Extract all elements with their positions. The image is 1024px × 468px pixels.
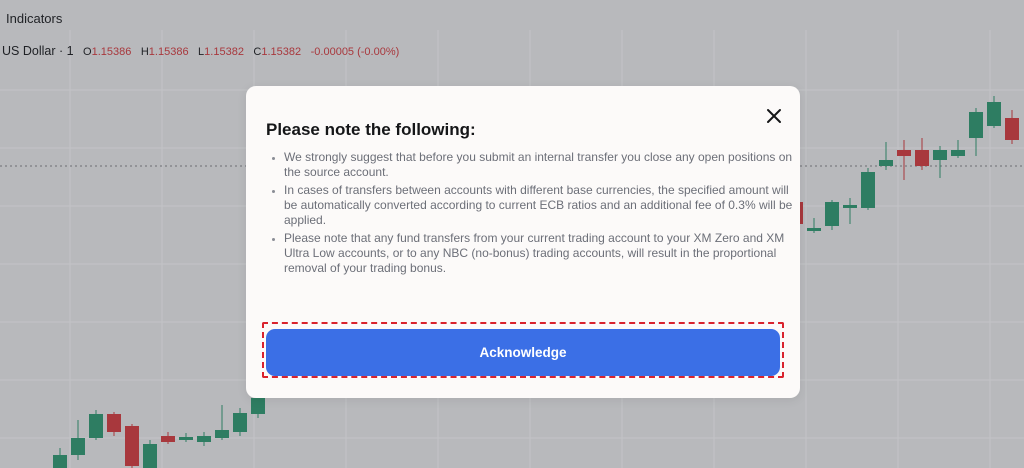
notice-item: In cases of transfers between accounts w… (284, 183, 796, 228)
candle (951, 140, 965, 158)
candle-body (933, 150, 947, 160)
notice-list: We strongly suggest that before you subm… (268, 150, 796, 279)
candle (879, 142, 893, 170)
candle (143, 440, 157, 468)
candle (125, 424, 139, 468)
candle-body (861, 172, 875, 208)
notice-item: Please note that any fund transfers from… (284, 231, 796, 276)
candle-body (951, 150, 965, 156)
candle (825, 200, 839, 230)
candle-body (233, 413, 247, 432)
candle (197, 432, 211, 446)
candle-body (71, 438, 85, 455)
candle (179, 433, 193, 442)
candle (807, 218, 821, 233)
high-label: H (140, 46, 149, 58)
candle-body (1005, 118, 1019, 140)
close-value: 1.15382 (261, 46, 302, 58)
candle (233, 408, 247, 436)
candle-body (107, 414, 121, 432)
notice-item: We strongly suggest that before you subm… (284, 150, 796, 180)
candle (915, 138, 929, 170)
ohlc-legend: US Dollar · 1 O1.15386 H1.15386 L1.15382… (2, 44, 399, 58)
open-value: 1.15386 (91, 46, 132, 58)
candle-body (825, 202, 839, 226)
candle (969, 108, 983, 156)
close-button[interactable] (764, 106, 784, 126)
candle (987, 96, 1001, 128)
candle-body (215, 430, 229, 438)
transfer-notice-dialog: Please note the following: We strongly s… (246, 86, 800, 398)
candle-body (897, 150, 911, 156)
candle (89, 410, 103, 440)
candle-body (987, 102, 1001, 126)
close-icon (767, 109, 781, 123)
candle-body (807, 228, 821, 231)
candle-body (915, 150, 929, 166)
candle-body (843, 205, 857, 208)
low-value: 1.15382 (204, 46, 244, 58)
candle (71, 420, 85, 460)
candle-body (125, 426, 139, 466)
acknowledge-button[interactable]: Acknowledge (266, 329, 780, 376)
candle-body (89, 414, 103, 438)
high-value: 1.15386 (148, 46, 189, 58)
candle-body (879, 160, 893, 166)
candle-body (143, 444, 157, 468)
candle (843, 198, 857, 224)
candle-body (161, 436, 175, 442)
open-label: O (83, 46, 92, 58)
candle-body (53, 455, 67, 468)
dialog-title: Please note the following: (266, 120, 476, 139)
candle (107, 412, 121, 436)
candle-body (251, 398, 265, 414)
symbol-label: US Dollar · 1 (2, 44, 74, 58)
candle (933, 146, 947, 178)
candle-body (197, 436, 211, 442)
candle (1005, 110, 1019, 144)
candle (53, 448, 67, 468)
indicators-button[interactable]: Indicators (6, 11, 62, 26)
candle (215, 405, 229, 440)
candle (861, 168, 875, 210)
candle (161, 432, 175, 444)
candle-body (179, 437, 193, 440)
candle-body (969, 112, 983, 138)
change-value: -0.00005 (-0.00%) (310, 46, 400, 58)
candle (897, 140, 911, 180)
